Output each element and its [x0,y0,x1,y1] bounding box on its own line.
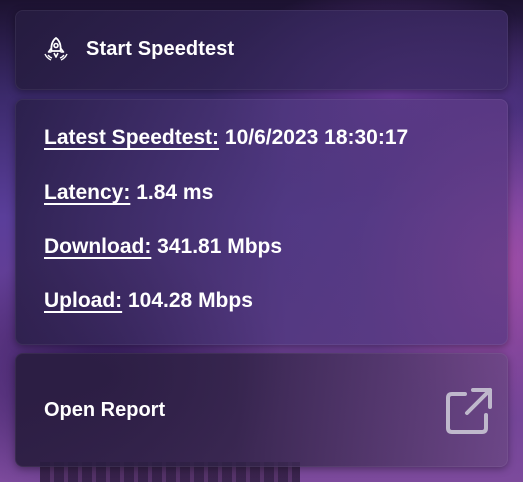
stat-key: Download: [44,235,152,258]
stat-latest-speedtest: Latest Speedtest: 10/6/2023 18:30:17 [44,126,408,150]
stat-upload: Upload: 104.28 Mbps [44,289,253,313]
stat-key: Latest Speedtest: [44,126,220,149]
open-report-panel[interactable]: Open Report [15,353,508,467]
stat-value: 104.28 Mbps [128,289,253,312]
speedtest-results-panel: Latest Speedtest: 10/6/2023 18:30:17 Lat… [15,99,508,345]
open-report-label[interactable]: Open Report [44,399,165,422]
start-speedtest-label: Start Speedtest [86,37,235,60]
start-speedtest-panel: Start Speedtest [15,10,508,90]
external-link-icon[interactable] [443,385,495,437]
stat-latency: Latency: 1.84 ms [44,181,213,205]
start-speedtest-button[interactable]: Start Speedtest [41,34,234,64]
stat-value: 341.81 Mbps [157,235,283,258]
stat-key: Upload: [44,289,123,312]
stat-key: Latency: [44,181,131,204]
stat-download: Download: 341.81 Mbps [44,235,282,259]
stat-value: 1.84 ms [136,181,214,204]
rocket-speedtest-icon [41,34,71,64]
stat-value: 10/6/2023 18:30:17 [224,126,409,149]
